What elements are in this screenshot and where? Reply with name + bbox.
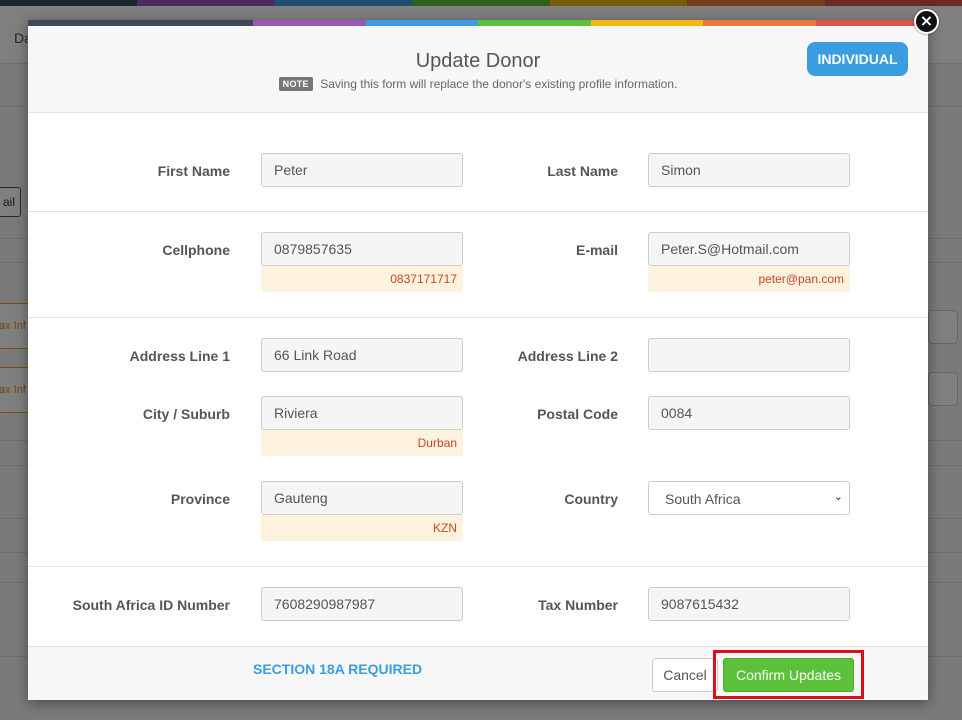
modal-header: Update Donor NOTE Saving this form will …: [28, 26, 928, 113]
close-icon[interactable]: ×: [914, 9, 939, 34]
postal-code-group: [648, 396, 850, 430]
city-previous-value: Durban: [261, 430, 463, 456]
postal-code-input[interactable]: [648, 396, 850, 430]
chevron-down-icon: ⌄: [833, 490, 843, 503]
modal-footer: SECTION 18A REQUIRED Cancel Confirm Upda…: [28, 646, 928, 700]
note-text: Saving this form will replace the donor'…: [320, 77, 678, 91]
address-line-2-group: [648, 338, 850, 372]
id-number-group: [261, 587, 463, 621]
last-name-input[interactable]: [648, 153, 850, 187]
cellphone-previous-value: 0837171717: [261, 266, 463, 292]
country-select[interactable]: South Africa ⌄: [648, 481, 850, 515]
cellphone-input[interactable]: [261, 232, 463, 266]
postal-code-label: Postal Code: [537, 406, 618, 422]
email-label: E-mail: [575, 242, 618, 258]
individual-type-button[interactable]: INDIVIDUAL: [807, 42, 908, 76]
first-name-group: [261, 153, 463, 187]
country-label: Country: [564, 491, 618, 507]
address-line-2-label: Address Line 2: [517, 348, 618, 364]
cellphone-label: Cellphone: [162, 242, 230, 258]
address-line-1-input[interactable]: [261, 338, 463, 372]
province-input[interactable]: [261, 481, 463, 515]
cellphone-group: 0837171717: [261, 232, 463, 292]
address-line-1-group: [261, 338, 463, 372]
tax-number-input[interactable]: [648, 587, 850, 621]
province-label: Province: [170, 491, 230, 507]
cancel-button[interactable]: Cancel: [652, 658, 718, 692]
city-group: Durban: [261, 396, 463, 456]
section-18a-required-link[interactable]: SECTION 18A REQUIRED: [253, 661, 422, 677]
province-previous-value: KZN: [261, 515, 463, 541]
modal-note: NOTE Saving this form will replace the d…: [28, 77, 928, 91]
section-name: First Name Last Name: [28, 113, 928, 212]
section-contact: Cellphone 0837171717 E-mail peter@pan.co…: [28, 212, 928, 318]
first-name-label: First Name: [157, 163, 230, 179]
address-line-2-input[interactable]: [648, 338, 850, 372]
country-group: South Africa ⌄: [648, 481, 850, 515]
first-name-input[interactable]: [261, 153, 463, 187]
tax-number-label: Tax Number: [538, 597, 618, 613]
province-group: KZN: [261, 481, 463, 541]
section-identification: South Africa ID Number Tax Number: [28, 567, 928, 647]
last-name-group: [648, 153, 850, 187]
modal-title: Update Donor: [415, 50, 541, 72]
confirm-updates-button[interactable]: Confirm Updates: [723, 658, 854, 692]
email-group: peter@pan.com: [648, 232, 850, 292]
city-input[interactable]: [261, 396, 463, 430]
note-badge: NOTE: [278, 77, 313, 91]
address-line-1-label: Address Line 1: [129, 348, 230, 364]
email-previous-value: peter@pan.com: [648, 266, 850, 292]
update-donor-modal: Update Donor NOTE Saving this form will …: [28, 20, 928, 700]
country-selected-value: South Africa: [665, 491, 741, 507]
section-address: Address Line 1 Address Line 2 City / Sub…: [28, 318, 928, 567]
id-number-input[interactable]: [261, 587, 463, 621]
id-number-label: South Africa ID Number: [72, 597, 230, 613]
last-name-label: Last Name: [547, 163, 618, 179]
email-input[interactable]: [648, 232, 850, 266]
tax-number-group: [648, 587, 850, 621]
city-label: City / Suburb: [142, 406, 230, 422]
